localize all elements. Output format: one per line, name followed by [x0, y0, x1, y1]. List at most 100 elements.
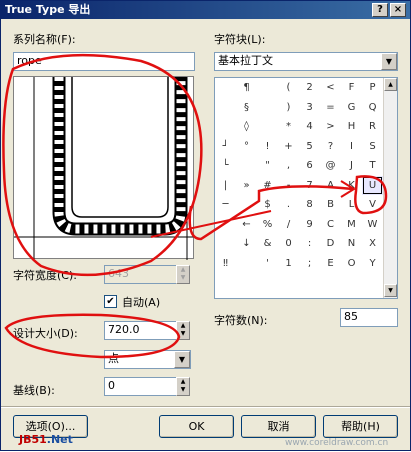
baseline-input[interactable]: 0 [104, 377, 178, 396]
glyph-cell[interactable] [278, 273, 299, 293]
glyph-cell[interactable]: ! [257, 137, 278, 157]
glyph-cell[interactable] [236, 254, 257, 274]
glyph-cell[interactable]: ↓ [236, 234, 257, 254]
glyph-cell[interactable]: . [278, 195, 299, 215]
glyph-cell[interactable]: ; [299, 254, 320, 274]
glyph-cell[interactable]: » [236, 176, 257, 196]
chevron-down-icon[interactable]: ▼ [381, 53, 397, 70]
glyph-cell[interactable]: " [257, 156, 278, 176]
char-block-select[interactable]: 基本拉丁文 [214, 52, 398, 71]
glyph-cell[interactable]: Q [362, 98, 383, 118]
glyph-cell[interactable] [236, 273, 257, 293]
glyph-cell[interactable]: 1 [278, 254, 299, 274]
glyph-cell[interactable] [299, 273, 320, 293]
glyph-cell[interactable]: | [215, 176, 236, 196]
glyph-cell[interactable]: T [362, 156, 383, 176]
glyph-cell[interactable]: - [278, 176, 299, 196]
glyph-cell[interactable]: E [320, 254, 341, 274]
glyph-cell[interactable]: 2 [299, 78, 320, 98]
cancel-button[interactable]: 取消 [241, 415, 316, 438]
glyph-cell[interactable]: § [236, 98, 257, 118]
char-width-spinner[interactable]: ▲ ▼ [176, 265, 190, 284]
glyph-cell[interactable] [320, 273, 341, 293]
glyph-cell[interactable]: C [320, 215, 341, 235]
glyph-cell[interactable]: G [341, 98, 362, 118]
glyph-cell[interactable]: U [362, 175, 383, 195]
glyph-cell[interactable]: J [341, 156, 362, 176]
glyph-cell[interactable]: V [362, 195, 383, 215]
glyph-cell[interactable]: S [362, 137, 383, 157]
glyph-cell[interactable]: L [341, 195, 362, 215]
glyph-cell[interactable]: + [278, 137, 299, 157]
char-count-input[interactable]: 85 [340, 308, 398, 327]
glyph-cell[interactable]: : [299, 234, 320, 254]
glyph-cell[interactable]: / [278, 215, 299, 235]
glyph-cell[interactable]: # [257, 176, 278, 196]
glyph-cell[interactable]: 7 [299, 176, 320, 196]
glyph-cell[interactable] [215, 98, 236, 118]
glyph-cell[interactable] [215, 215, 236, 235]
close-icon[interactable]: × [390, 3, 406, 17]
glyph-cell[interactable]: I [341, 137, 362, 157]
glyph-cell[interactable]: 5 [299, 137, 320, 157]
glyph-cell[interactable]: > [320, 117, 341, 137]
glyph-cell[interactable] [236, 195, 257, 215]
glyph-cell[interactable]: 9 [299, 215, 320, 235]
auto-checkbox[interactable]: ✔ [104, 295, 117, 308]
glyph-cell[interactable]: 0 [278, 234, 299, 254]
glyph-cell[interactable] [257, 273, 278, 293]
glyph-cell[interactable]: X [362, 234, 383, 254]
glyph-cell[interactable] [257, 98, 278, 118]
glyph-cell[interactable] [215, 117, 236, 137]
glyph-cell[interactable]: W [362, 215, 383, 235]
glyph-cell[interactable]: ? [320, 137, 341, 157]
char-width-input[interactable]: 643 [104, 265, 178, 284]
glyph-cell[interactable]: 4 [299, 117, 320, 137]
help-icon[interactable]: ? [372, 3, 388, 17]
glyph-cell[interactable] [362, 273, 383, 293]
glyph-cell[interactable]: O [341, 254, 362, 274]
glyph-cell[interactable]: └ [215, 156, 236, 176]
ok-button[interactable]: OK [159, 415, 234, 438]
glyph-cell[interactable]: * [278, 117, 299, 137]
glyph-cell[interactable]: H [341, 117, 362, 137]
glyph-cell[interactable]: ¶ [236, 78, 257, 98]
glyph-cell[interactable]: ) [278, 98, 299, 118]
glyph-cell[interactable]: M [341, 215, 362, 235]
glyph-cell[interactable]: ← [236, 215, 257, 235]
design-size-input[interactable]: 720.0 [104, 321, 178, 340]
glyph-cell[interactable]: Y [362, 254, 383, 274]
glyph-cell[interactable]: 8 [299, 195, 320, 215]
glyph-grid[interactable]: ¶ (2 < F P § ) 3 = G Q ◊ * 4 > H R ┘ °! +5? I S └ ", 6 @ J T |»… [214, 77, 398, 299]
glyph-cell[interactable]: F [341, 78, 362, 98]
glyph-cell[interactable]: ◊ [236, 117, 257, 137]
unit-dropdown-icon[interactable]: ▼ [174, 351, 190, 368]
scroll-down-icon[interactable]: ▼ [384, 284, 397, 297]
glyph-cell[interactable]: 3 [299, 98, 320, 118]
glyph-cell[interactable]: ┘ [215, 137, 236, 157]
glyph-cell[interactable]: ( [278, 78, 299, 98]
glyph-grid-scrollbar[interactable]: ▲ ▼ [383, 78, 397, 298]
help-button[interactable]: 帮助(H) [323, 415, 398, 438]
glyph-cell[interactable]: < [320, 78, 341, 98]
glyph-cell[interactable]: $ [257, 195, 278, 215]
glyph-cell[interactable]: ─ [215, 195, 236, 215]
design-size-spinner[interactable]: ▲ ▼ [176, 321, 190, 340]
glyph-cell[interactable] [341, 273, 362, 293]
glyph-cell[interactable]: @ [320, 156, 341, 176]
glyph-cell[interactable]: K [341, 176, 362, 196]
glyph-cell[interactable]: A [320, 176, 341, 196]
glyph-cell[interactable]: R [362, 117, 383, 137]
glyph-cell[interactable]: 6 [299, 156, 320, 176]
glyph-cell[interactable]: ' [257, 254, 278, 274]
scroll-up-icon[interactable]: ▲ [384, 78, 397, 91]
glyph-cell[interactable]: % [257, 215, 278, 235]
glyph-cell[interactable]: N [341, 234, 362, 254]
glyph-cell[interactable] [257, 78, 278, 98]
glyph-cell[interactable] [236, 156, 257, 176]
glyph-cell[interactable]: = [320, 98, 341, 118]
glyph-cell[interactable]: P [362, 78, 383, 98]
glyph-cell[interactable] [257, 117, 278, 137]
glyph-cell[interactable]: D [320, 234, 341, 254]
glyph-cell[interactable] [215, 78, 236, 98]
